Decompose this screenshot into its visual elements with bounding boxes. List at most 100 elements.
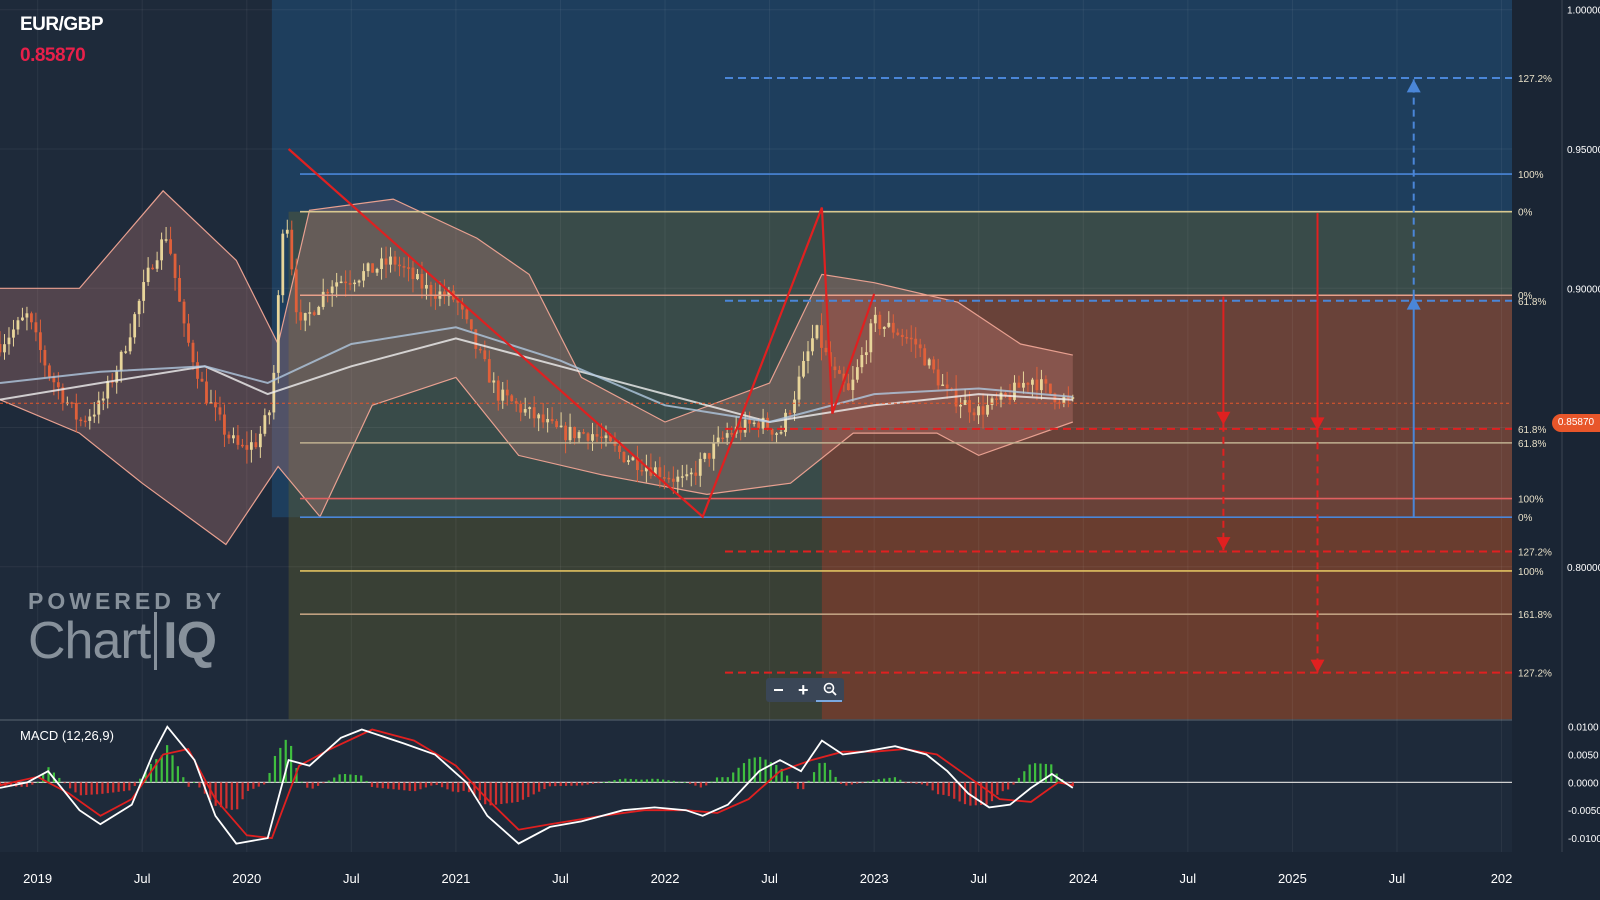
candle-body [384, 258, 388, 265]
candle-body [285, 229, 289, 234]
macd-histogram-bar [316, 782, 320, 786]
macd-histogram-bar [699, 782, 702, 788]
macd-histogram-bar [392, 782, 395, 790]
candle-body [1017, 382, 1021, 388]
macd-histogram-bar [656, 778, 659, 783]
macd-histogram-bar [942, 782, 945, 795]
macd-histogram-bar [106, 782, 109, 794]
candle-body [824, 347, 828, 353]
candle-body [882, 326, 886, 330]
candle-body [730, 433, 734, 435]
candle-body [182, 301, 186, 324]
candle-body [245, 445, 249, 450]
candle-body [3, 344, 6, 353]
candle-body [622, 451, 626, 463]
macd-histogram-bar [737, 767, 740, 783]
macd-histogram-bar [538, 782, 541, 792]
candle-body [160, 239, 163, 261]
candle-body [12, 329, 15, 338]
candle-body [137, 300, 141, 315]
candle-body [227, 434, 231, 439]
candle-body [537, 414, 541, 419]
fib-level-label: 100% [1518, 495, 1544, 506]
candle-body [1048, 383, 1052, 394]
candle-body [1044, 379, 1048, 384]
candle-body [752, 422, 756, 425]
macd-histogram-bar [613, 780, 616, 783]
macd-histogram-bar [667, 780, 670, 783]
x-tick-label: Jul [761, 871, 778, 886]
candle-body [640, 470, 644, 472]
macd-histogram-bar [246, 782, 250, 791]
macd-histogram-bar [662, 779, 665, 783]
macd-histogram-bar [263, 782, 266, 785]
macd-histogram-bar [532, 782, 535, 795]
candle-body [249, 442, 253, 450]
macd-histogram-bar [79, 782, 82, 796]
candle-body [0, 343, 2, 353]
candle-body [573, 426, 576, 439]
macd-histogram-bar [985, 782, 988, 805]
candle-body [559, 425, 563, 428]
y-tick-label: 0.90000 [1567, 284, 1600, 295]
macd-histogram-bar [883, 778, 886, 783]
macd-histogram-bar [500, 782, 503, 805]
candle-body [860, 355, 864, 368]
macd-study-title[interactable]: MACD (12,26,9) [20, 728, 114, 743]
macd-histogram-bar [192, 782, 196, 783]
macd-histogram-bar [457, 782, 460, 793]
candle-body [851, 379, 855, 391]
candle-body [487, 359, 491, 383]
candle-body [43, 350, 47, 366]
brand-name-right: IQ [154, 612, 217, 670]
macd-histogram-bar [715, 777, 719, 783]
candle-body [263, 415, 267, 434]
candle-body [689, 472, 693, 475]
candle-body [30, 313, 33, 323]
macd-histogram-bar [257, 782, 260, 787]
macd-histogram-bar [322, 782, 325, 784]
macd-histogram-bar [397, 782, 401, 790]
candle-body [995, 398, 998, 400]
candle-body [47, 365, 51, 377]
candle-body [371, 263, 374, 273]
candle-body [743, 419, 747, 433]
macd-histogram-bar [990, 782, 994, 802]
candle-body [151, 267, 155, 270]
x-tick-label: 202 [1491, 871, 1513, 886]
candle-body [465, 309, 469, 320]
candle-body [523, 409, 527, 413]
chart-canvas[interactable]: 127.2%100%0%0%61.8%61.8%61.8%100%0%127.2… [0, 0, 1600, 900]
candle-body [492, 380, 496, 383]
macd-histogram-bar [904, 782, 907, 784]
candle-body [267, 412, 271, 416]
candle-body [317, 306, 321, 315]
candle-body [1022, 382, 1025, 388]
candle-body [88, 416, 92, 421]
candle-body [133, 314, 137, 338]
macd-histogram-bar [753, 757, 756, 783]
macd-histogram-bar [672, 780, 675, 783]
candle-body [330, 286, 334, 293]
zoom-in-button[interactable]: + [798, 680, 809, 701]
macd-histogram-bar [845, 782, 848, 786]
candle-body [425, 284, 428, 289]
macd-histogram-bar [1012, 782, 1015, 785]
candle-body [793, 399, 796, 413]
candle-body [550, 419, 554, 422]
candle-body [959, 404, 963, 407]
candle-body [981, 406, 985, 415]
macd-histogram-bar [909, 782, 913, 784]
candle-body [16, 320, 20, 330]
magnifier-icon[interactable] [823, 680, 837, 701]
fib-level-label: 127.2% [1518, 669, 1552, 680]
candle-body [896, 332, 900, 335]
zoom-out-button[interactable]: − [773, 680, 784, 701]
candle-body [321, 291, 325, 307]
candle-body [963, 400, 967, 405]
candle-body [977, 406, 980, 416]
candle-body [344, 281, 348, 284]
macd-histogram-bar [505, 782, 508, 804]
x-tick-label: Jul [552, 871, 569, 886]
macd-histogram-bar [349, 774, 352, 783]
